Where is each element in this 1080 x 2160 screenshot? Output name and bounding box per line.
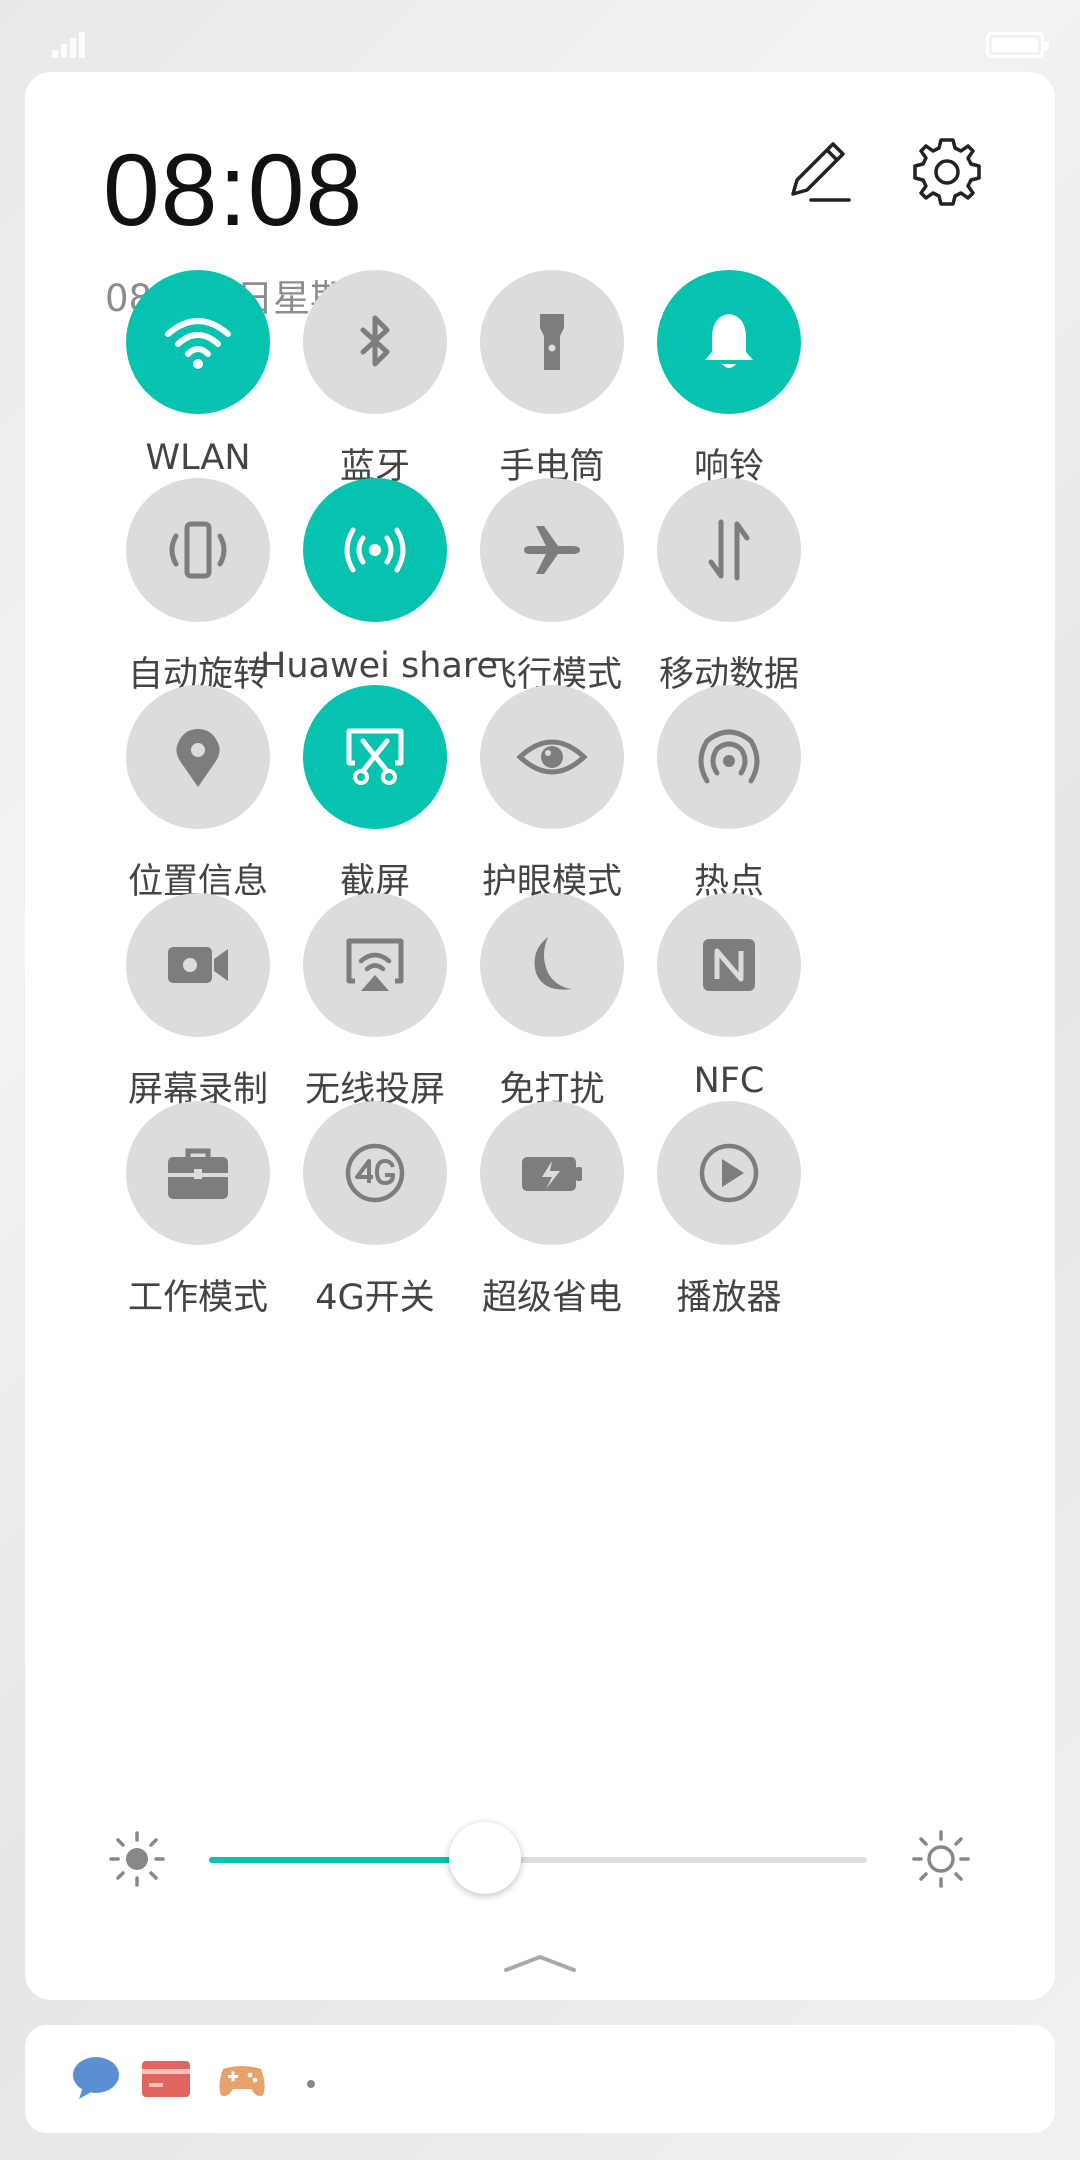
battery-icon — [986, 32, 1049, 58]
briefcase-icon[interactable] — [126, 1101, 270, 1245]
4g-icon[interactable] — [303, 1101, 447, 1245]
status-bar — [0, 0, 1080, 70]
auto-rotate-icon[interactable] — [126, 478, 270, 622]
more-notifications-dot — [307, 2080, 315, 2088]
toggle-label: 播放器 — [676, 1278, 782, 1318]
wireless-projection-icon[interactable] — [303, 893, 447, 1037]
chevron-up-icon[interactable] — [503, 1952, 577, 1974]
edit-pencil-icon[interactable] — [781, 136, 853, 208]
share-signal-icon[interactable] — [303, 478, 447, 622]
clock-time: 08:08 — [103, 133, 364, 247]
location-pin-icon[interactable] — [126, 685, 270, 829]
hotspot-icon[interactable] — [657, 685, 801, 829]
wifi-icon[interactable] — [126, 270, 270, 414]
brightness-slider[interactable] — [209, 1822, 867, 1894]
battery-saver-icon[interactable] — [480, 1101, 624, 1245]
screen-record-icon[interactable] — [126, 893, 270, 1037]
flashlight-icon[interactable] — [480, 270, 624, 414]
brightness-high-icon — [911, 1829, 971, 1889]
quick-settings-panel: 08:08 08月02日星期五 WLAN蓝牙手电筒响铃自动旋转Huawei sh… — [25, 72, 1055, 2000]
message-bubble-icon[interactable] — [71, 2055, 121, 2101]
gear-icon[interactable] — [909, 134, 985, 210]
eye-icon[interactable] — [480, 685, 624, 829]
bluetooth-icon[interactable] — [303, 270, 447, 414]
game-controller-icon[interactable] — [217, 2055, 267, 2101]
brightness-low-icon — [107, 1829, 167, 1889]
bell-icon[interactable] — [657, 270, 801, 414]
airplane-icon[interactable] — [480, 478, 624, 622]
toggle-label: NFC — [693, 1061, 765, 1101]
toggle-tile[interactable]: 播放器 — [614, 1101, 844, 1361]
brightness-slider-fill — [209, 1857, 486, 1863]
moon-icon[interactable] — [480, 893, 624, 1037]
signal-icon — [52, 30, 92, 58]
nfc-icon[interactable] — [657, 893, 801, 1037]
brightness-slider-thumb[interactable] — [449, 1822, 522, 1894]
mobile-data-icon[interactable] — [657, 478, 801, 622]
notification-bar[interactable] — [25, 2025, 1055, 2133]
wallet-card-icon[interactable] — [141, 2055, 191, 2101]
screenshot-scissors-icon[interactable] — [303, 685, 447, 829]
play-icon[interactable] — [657, 1101, 801, 1245]
